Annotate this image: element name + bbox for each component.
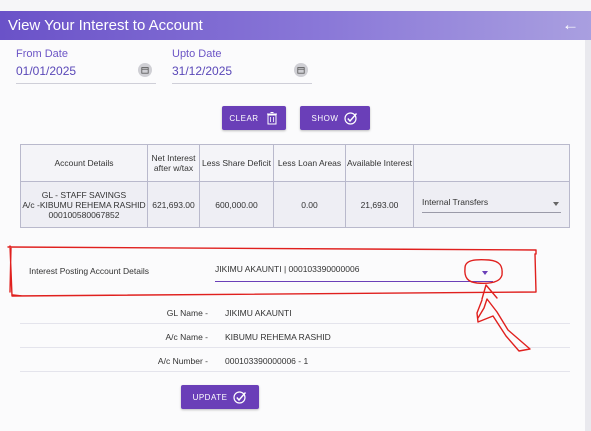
ac-name-row: A/c Name - KIBUMU REHEMA RASHID bbox=[20, 324, 570, 348]
clear-button[interactable]: CLEAR bbox=[222, 106, 286, 130]
share-deficit-cell: 600,000.00 bbox=[199, 181, 274, 228]
app-header: View Your Interest to Account ← bbox=[0, 11, 591, 40]
transfer-type-select[interactable]: Internal Transfers bbox=[422, 197, 561, 213]
gl-name-label: GL Name - bbox=[166, 308, 208, 318]
table-header-row: Account Details Net Interest after w/tax … bbox=[20, 144, 570, 182]
from-date-value: 01/01/2025 bbox=[16, 64, 77, 78]
upto-date-value: 31/12/2025 bbox=[172, 64, 233, 78]
table-row: GL - STAFF SAVINGS A/c -KIBUMU REHEMA RA… bbox=[20, 181, 570, 228]
column-header: Net Interest after w/tax bbox=[147, 144, 200, 182]
column-header: Available Interest bbox=[345, 144, 414, 182]
posting-account-label: Interest Posting Account Details bbox=[29, 266, 150, 276]
chevron-down-icon[interactable] bbox=[482, 271, 488, 275]
gl-name-value: JIKIMU AKAUNTI bbox=[225, 308, 292, 318]
clear-button-label: CLEAR bbox=[229, 113, 259, 123]
ac-number-row: A/c Number - 000103390000006 - 1 bbox=[20, 348, 570, 372]
interest-posting-row: Interest Posting Account Details JIKIMU … bbox=[19, 256, 569, 288]
transfer-type-cell: Internal Transfers bbox=[413, 181, 570, 228]
ac-number-value: 000103390000006 - 1 bbox=[225, 356, 309, 366]
back-arrow-icon[interactable]: ← bbox=[562, 15, 579, 35]
ac-name-label: A/c Name - bbox=[165, 332, 208, 342]
column-header: Account Details bbox=[20, 144, 148, 182]
content-panel: From Date 01/01/2025 Upto Date 31/12/202… bbox=[0, 40, 585, 431]
calendar-icon[interactable] bbox=[138, 63, 152, 77]
update-button[interactable]: UPDATE bbox=[181, 385, 259, 409]
page-title: View Your Interest to Account bbox=[8, 17, 203, 34]
posting-account-value: JIKIMU AKAUNTI | 000103390000006 bbox=[215, 264, 360, 274]
transfer-type-value: Internal Transfers bbox=[422, 196, 489, 207]
gl-name-row: GL Name - JIKIMU AKAUNTI bbox=[20, 300, 570, 324]
from-date-input[interactable]: 01/01/2025 bbox=[16, 63, 156, 84]
interest-table: Account Details Net Interest after w/tax … bbox=[20, 144, 570, 228]
scrollbar[interactable] bbox=[585, 40, 591, 431]
ac-number-label: A/c Number - bbox=[157, 356, 208, 366]
column-header bbox=[413, 144, 570, 182]
show-button-label: SHOW bbox=[311, 113, 339, 123]
from-date-field[interactable]: From Date 01/01/2025 bbox=[16, 48, 156, 84]
calendar-icon[interactable] bbox=[294, 63, 308, 77]
upto-date-field[interactable]: Upto Date 31/12/2025 bbox=[172, 48, 312, 84]
update-button-label: UPDATE bbox=[192, 392, 228, 402]
check-circle-icon bbox=[344, 112, 358, 125]
upto-date-input[interactable]: 31/12/2025 bbox=[172, 63, 312, 84]
upto-date-label: Upto Date bbox=[172, 48, 222, 60]
loan-areas-cell: 0.00 bbox=[273, 181, 346, 228]
net-interest-cell: 621,693.00 bbox=[147, 181, 200, 228]
trash-icon bbox=[266, 112, 277, 125]
posting-account-select[interactable]: JIKIMU AKAUNTI | 000103390000006 bbox=[215, 264, 493, 282]
chevron-down-icon[interactable] bbox=[553, 201, 559, 206]
available-interest-cell: 21,693.00 bbox=[345, 181, 414, 228]
column-header: Less Share Deficit bbox=[199, 144, 274, 182]
account-details-cell: GL - STAFF SAVINGS A/c -KIBUMU REHEMA RA… bbox=[20, 181, 148, 228]
show-button[interactable]: SHOW bbox=[300, 106, 370, 130]
check-circle-icon bbox=[233, 391, 247, 404]
from-date-label: From Date bbox=[16, 48, 68, 60]
ac-name-value: KIBUMU REHEMA RASHID bbox=[225, 332, 331, 342]
column-header: Less Loan Areas bbox=[273, 144, 346, 182]
